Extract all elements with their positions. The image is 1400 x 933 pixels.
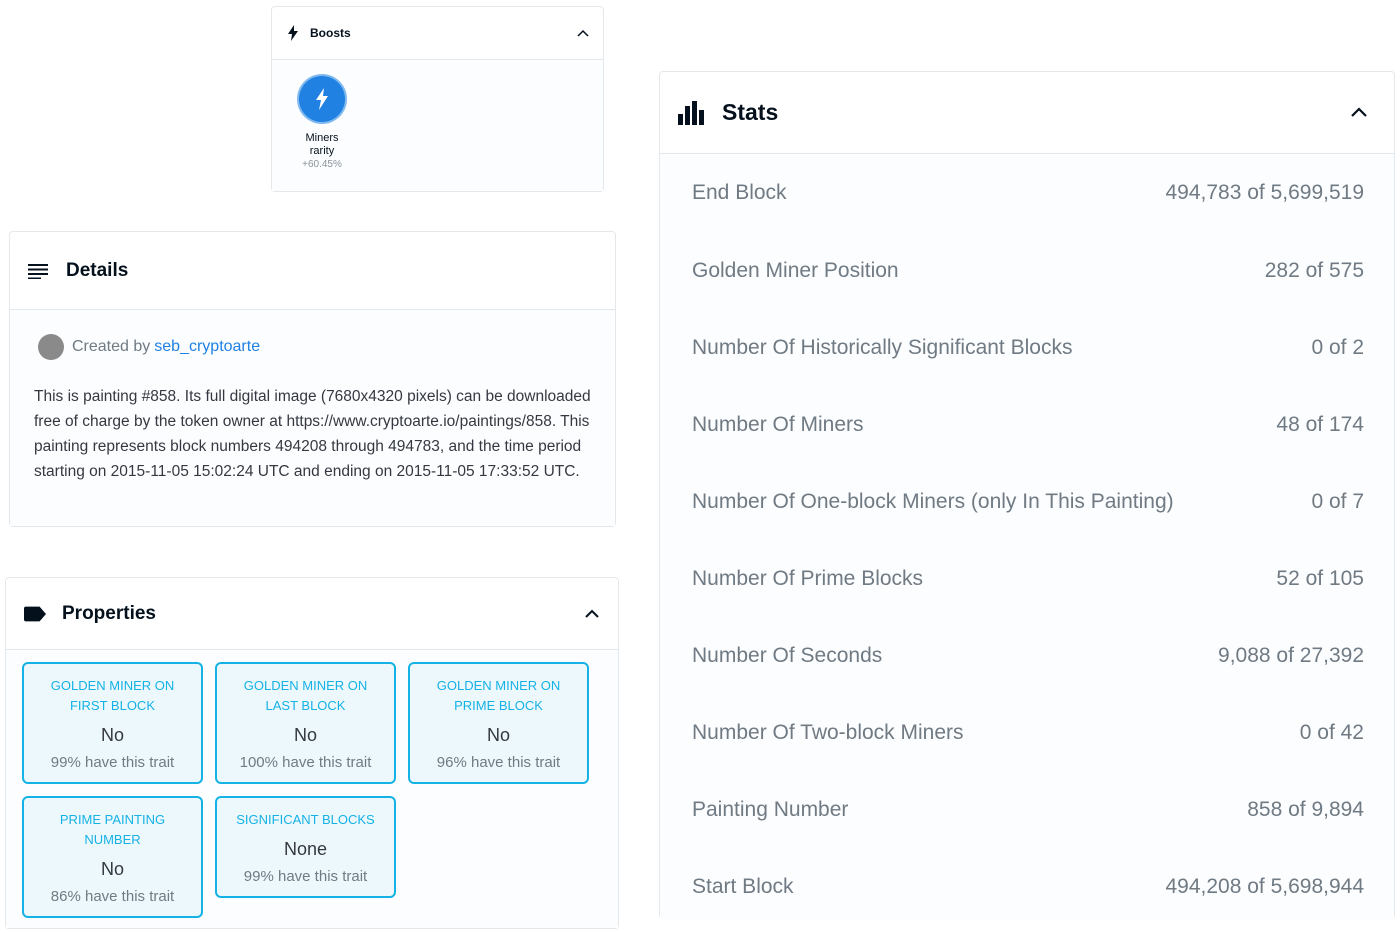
- stat-value: 282 of 575: [1264, 258, 1364, 282]
- trait-rarity: 100% have this trait: [239, 754, 372, 771]
- trait-card[interactable]: GOLDEN MINER ON LAST BLOCK No 100% have …: [215, 662, 396, 784]
- stat-value: 494,783 of 5,699,519: [1165, 181, 1364, 204]
- stat-label: Number Of Miners: [692, 412, 864, 436]
- properties-header[interactable]: Properties: [6, 578, 618, 650]
- trait-type: GOLDEN MINER ON FIRST BLOCK: [50, 678, 175, 713]
- details-header: Details: [10, 232, 615, 310]
- stat-label: Golden Miner Position: [692, 258, 899, 282]
- trait-rarity: 86% have this trait: [50, 888, 175, 905]
- list-icon: [28, 260, 50, 282]
- trait-rarity: 96% have this trait: [436, 754, 561, 771]
- properties-body: GOLDEN MINER ON FIRST BLOCK No 99% have …: [6, 650, 618, 928]
- stat-row: Number Of Prime Blocks 52 of 105: [692, 540, 1364, 617]
- created-by-label: Created by: [72, 338, 151, 355]
- trait-rarity: 99% have this trait: [50, 754, 175, 771]
- stat-value: 858 of 9,894: [1247, 797, 1364, 821]
- stats-header[interactable]: Stats: [660, 72, 1394, 154]
- properties-title: Properties: [62, 602, 156, 624]
- stat-row: Start Block 494,208 of 5,698,944: [692, 848, 1364, 925]
- stat-value: 0 of 42: [1299, 720, 1364, 744]
- trait-value: No: [100, 725, 124, 745]
- trait-value: No: [100, 859, 124, 879]
- trait-value: None: [283, 839, 328, 859]
- trait-type: GOLDEN MINER ON PRIME BLOCK: [436, 678, 561, 713]
- stats-title: Stats: [722, 99, 779, 125]
- stat-label: Number Of Two-block Miners: [692, 720, 964, 744]
- stat-row: Number Of Two-block Miners 0 of 42: [692, 694, 1364, 771]
- chevron-up-icon[interactable]: [1350, 104, 1368, 122]
- stat-row: Number Of Seconds 9,088 of 27,392: [692, 617, 1364, 694]
- avatar[interactable]: [38, 334, 64, 360]
- trait-card[interactable]: PRIME PAINTING NUMBER No 86% have this t…: [22, 796, 203, 918]
- trait-card[interactable]: GOLDEN MINER ON FIRST BLOCK No 99% have …: [22, 662, 203, 784]
- trait-rarity: 99% have this trait: [243, 868, 368, 885]
- chevron-up-icon[interactable]: [584, 606, 600, 622]
- trait-type: GOLDEN MINER ON LAST BLOCK: [243, 678, 368, 713]
- stat-value: 52 of 105: [1276, 566, 1364, 590]
- stat-label: Number Of One-block Miners (only In This…: [692, 489, 1174, 513]
- stat-row: Number Of Miners 48 of 174: [692, 386, 1364, 463]
- boosts-panel: Boosts Miners rarity +60.45%: [271, 6, 604, 192]
- stat-row: Painting Number 858 of 9,894: [692, 771, 1364, 848]
- tag-icon: [24, 603, 46, 625]
- stat-label: End Block: [692, 181, 787, 204]
- details-title: Details: [66, 259, 129, 281]
- created-by: Created by seb_cryptoarte: [34, 334, 591, 360]
- trait-type: SIGNIFICANT BLOCKS: [236, 812, 375, 827]
- chevron-up-icon[interactable]: [577, 27, 589, 39]
- description-text: This is painting #858. Its full digital …: [34, 388, 591, 480]
- trait-value: No: [293, 725, 317, 745]
- stat-value: 0 of 7: [1311, 489, 1364, 513]
- boost-name: Miners rarity: [305, 132, 339, 157]
- stat-label: Number Of Seconds: [692, 643, 883, 667]
- trait-card[interactable]: GOLDEN MINER ON PRIME BLOCK No 96% have …: [408, 662, 589, 784]
- details-body: Created by seb_cryptoarte This is painti…: [10, 310, 615, 526]
- stat-row: Number Of One-block Miners (only In This…: [692, 463, 1364, 540]
- trait-type: PRIME PAINTING NUMBER: [59, 812, 166, 847]
- stat-row: Golden Miner Position 282 of 575: [692, 232, 1364, 309]
- bar-chart-icon: [678, 100, 704, 126]
- boost-lightning-icon: [299, 76, 345, 122]
- stat-value: 48 of 174: [1276, 412, 1364, 436]
- trait-value: No: [486, 725, 510, 745]
- stats-body: End Block 494,783 of 5,699,519 Golden Mi…: [660, 154, 1394, 919]
- stat-value: 0 of 2: [1311, 335, 1364, 359]
- boosts-body: Miners rarity +60.45%: [272, 60, 603, 191]
- stat-label: Number Of Historically Significant Block…: [692, 335, 1073, 359]
- stat-label: Number Of Prime Blocks: [692, 566, 924, 590]
- boosts-header[interactable]: Boosts: [272, 7, 603, 60]
- stat-value: 9,088 of 27,392: [1218, 643, 1364, 667]
- stat-row: Number Of Historically Significant Block…: [692, 309, 1364, 386]
- stat-label: Painting Number: [692, 797, 849, 821]
- stat-value: 494,208 of 5,698,944: [1165, 874, 1364, 898]
- details-panel: Details Created by seb_cryptoarte This i…: [9, 231, 616, 527]
- properties-panel: Properties GOLDEN MINER ON FIRST BLOCK N…: [5, 577, 619, 929]
- stat-row: End Block 494,783 of 5,699,519: [692, 154, 1364, 232]
- creator-link[interactable]: seb_cryptoarte: [154, 338, 260, 356]
- stats-panel: Stats End Block 494,783 of 5,699,519 Gol…: [659, 71, 1395, 919]
- boost-value: +60.45%: [302, 159, 342, 170]
- lightning-icon: [286, 25, 302, 41]
- stat-label: Start Block: [692, 874, 794, 898]
- boost-item: Miners rarity +60.45%: [292, 76, 352, 170]
- boosts-title: Boosts: [310, 26, 351, 40]
- trait-card[interactable]: SIGNIFICANT BLOCKS None 99% have this tr…: [215, 796, 396, 898]
